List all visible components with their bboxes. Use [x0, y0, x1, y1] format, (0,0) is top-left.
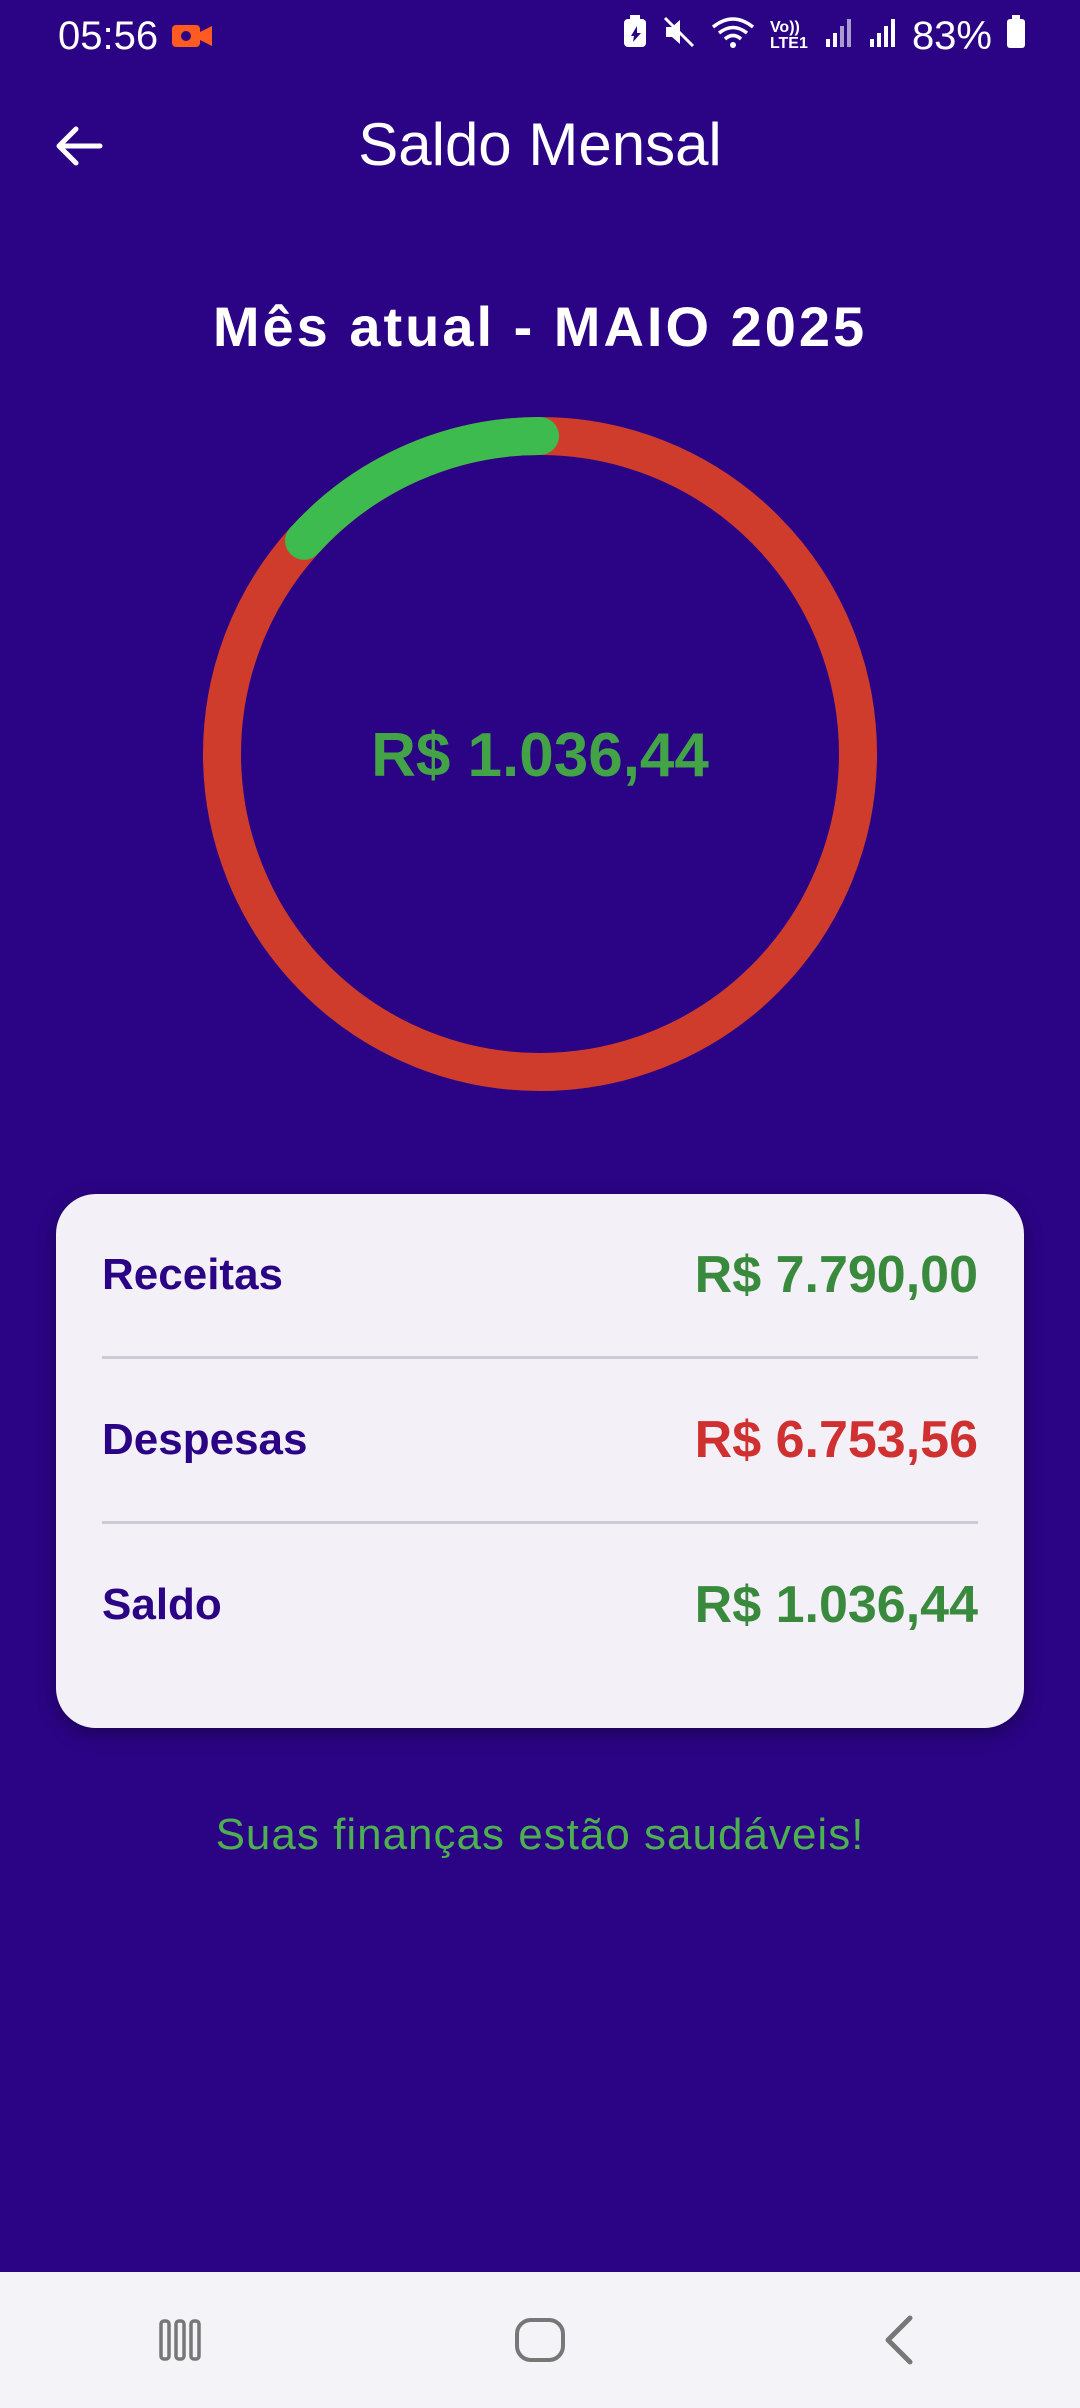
income-value: R$ 7.790,00	[694, 1246, 978, 1304]
page-title: Saldo Mensal	[358, 111, 722, 178]
expenses-label: Despesas	[102, 1415, 308, 1464]
wifi-icon	[710, 14, 756, 59]
balance-value: R$ 1.036,44	[694, 1576, 978, 1634]
battery-icon	[1006, 14, 1026, 59]
home-button[interactable]	[480, 2290, 600, 2390]
expenses-value: R$ 6.753,56	[694, 1411, 978, 1469]
recent-apps-button[interactable]	[120, 2290, 240, 2390]
donut-balance-arc	[285, 417, 559, 560]
month-label: Mês atual - MAIO 2025	[212, 295, 868, 358]
back-nav-icon	[885, 2315, 913, 2365]
mute-icon	[662, 14, 696, 59]
recent-apps-icon	[159, 2319, 201, 2361]
donut-center-value: R$ 1.036,44	[371, 721, 709, 790]
battery-percent: 83%	[911, 13, 992, 58]
summary-row-expenses: Despesas R$ 6.753,56	[102, 1359, 978, 1524]
balance-label: Saldo	[102, 1580, 222, 1629]
volte-icon: Vo)) LTE1	[769, 19, 808, 52]
signal-icon-2	[868, 14, 898, 59]
home-icon	[515, 2318, 565, 2362]
signal-icon	[824, 14, 854, 59]
status-bar-right: Vo)) LTE1 83%	[622, 14, 1026, 59]
recording-icon	[172, 23, 213, 49]
back-nav-button[interactable]	[840, 2290, 960, 2390]
status-bar-left: 05:56	[58, 13, 213, 59]
income-label: Receitas	[102, 1250, 284, 1299]
summary-row-balance: Saldo R$ 1.036,44	[102, 1524, 978, 1686]
battery-saver-icon	[622, 14, 648, 59]
balance-donut-chart: R$ 1.036,44	[200, 414, 880, 1094]
financial-health-message: Suas finanças estão saudáveis!	[215, 1810, 865, 1859]
system-nav-bar	[0, 2272, 1080, 2408]
app-bar: Saldo Mensal	[0, 88, 1080, 198]
status-time: 05:56	[58, 13, 159, 58]
summary-row-income: Receitas R$ 7.790,00	[102, 1194, 978, 1359]
status-bar: 05:56 Vo)) LTE1 83%	[0, 0, 1080, 72]
summary-card: Receitas R$ 7.790,00 Despesas R$ 6.753,5…	[56, 1194, 1024, 1728]
